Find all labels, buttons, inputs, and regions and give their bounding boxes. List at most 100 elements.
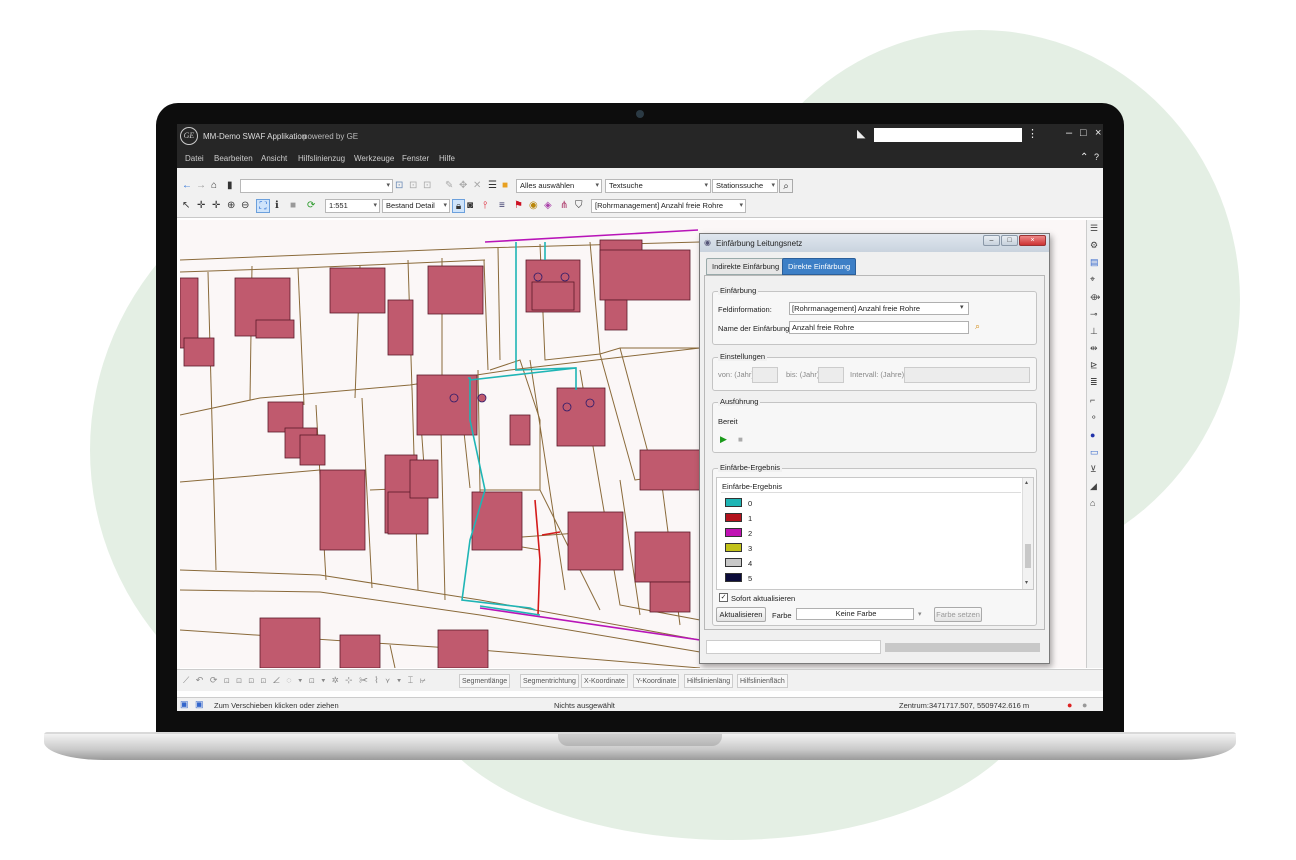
select-all-dropdown[interactable]: Alles auswählen xyxy=(516,179,602,193)
tool-icon-14[interactable]: ▭ xyxy=(1090,447,1099,458)
maximize-icon[interactable]: □ xyxy=(1080,127,1087,139)
move-disabled-icon[interactable]: ✥ xyxy=(459,179,467,193)
folder-icon[interactable]: ■ xyxy=(502,179,508,193)
zoom-out-icon[interactable]: ⊖ xyxy=(241,199,249,213)
pin-icon[interactable]: ⫯ xyxy=(483,199,487,213)
interval-input[interactable] xyxy=(904,367,1030,383)
collapse-ribbon-icon[interactable]: ⌃ xyxy=(1080,152,1088,163)
edit-disabled-icon[interactable]: ✎ xyxy=(445,179,453,193)
tool-icon-2[interactable]: ⚙ xyxy=(1090,240,1098,251)
camera-icon[interactable]: ◙ xyxy=(467,199,473,213)
bookmark-icon[interactable]: ▮ xyxy=(227,179,233,193)
coloring-layer-dropdown[interactable]: [Rohrmanagement] Anzahl freie Rohre xyxy=(591,199,746,213)
layers-icon[interactable]: ◈ xyxy=(544,199,552,213)
result-list[interactable]: Einfärbe-Ergebnis 0 1 2 3 4 5 ▴ ▾ xyxy=(716,477,1034,590)
scroll-thumb[interactable] xyxy=(1025,544,1031,568)
tool-icon-9[interactable]: ⊵ xyxy=(1090,360,1098,371)
pointer-icon[interactable]: ↖ xyxy=(182,199,190,213)
from-input[interactable] xyxy=(752,367,778,383)
location-dropdown[interactable] xyxy=(240,179,393,193)
tool-icon-8[interactable]: ⇹ xyxy=(1090,343,1098,354)
info-icon[interactable]: ℹ xyxy=(275,199,279,213)
tab-direct-coloring[interactable]: Direkte Einfärbung xyxy=(782,258,857,275)
auto-update-checkbox[interactable]: ✓ xyxy=(719,593,728,602)
stop-icon[interactable]: ■ xyxy=(290,199,296,213)
name-search-icon[interactable]: ⌕ xyxy=(975,321,980,332)
menu-fenster[interactable]: Fenster xyxy=(402,154,429,163)
layer-detail-dropdown[interactable]: Bestand Detail xyxy=(382,199,450,213)
home-icon[interactable]: ⌂ xyxy=(211,179,217,193)
flag-icon[interactable]: ⚑ xyxy=(514,199,523,213)
dialog-maximize-icon[interactable]: □ xyxy=(1001,235,1018,246)
tool-icon-16[interactable]: ◢ xyxy=(1090,481,1097,492)
color-value-field[interactable]: Keine Farbe xyxy=(796,608,914,620)
scroll-up-icon[interactable]: ▴ xyxy=(1025,479,1028,486)
tool-icon-6[interactable]: ⊸ xyxy=(1090,309,1098,320)
lock-icon[interactable]: 🔒︎ xyxy=(452,199,465,213)
filter-icon[interactable]: ⛉ xyxy=(575,199,583,213)
tool-icon-5[interactable]: ⟴ xyxy=(1090,292,1100,303)
menu-werkzeuge[interactable]: Werkzeuge xyxy=(354,154,394,163)
scroll-down-icon[interactable]: ▾ xyxy=(1025,579,1028,586)
station-search-dropdown[interactable]: Stationssuche xyxy=(712,179,778,193)
dialog-minimize-icon[interactable]: – xyxy=(983,235,1000,246)
name-input[interactable]: Anzahl freie Rohre xyxy=(789,321,969,334)
text-search-dropdown[interactable]: Textsuche xyxy=(605,179,711,193)
update-button[interactable]: Aktualisieren xyxy=(716,607,766,622)
back-arrow-icon[interactable]: ← xyxy=(182,179,192,193)
help-icon[interactable]: ? xyxy=(1094,152,1099,162)
dialog-close-icon[interactable]: × xyxy=(1019,235,1046,246)
title-search-input[interactable] xyxy=(874,128,1022,142)
zoom-layer-icon[interactable]: ⊡ xyxy=(409,179,417,193)
segment-length-button[interactable]: Segmentlänge xyxy=(459,674,511,688)
pan-select-icon[interactable]: ✛ xyxy=(212,199,220,213)
globe-icon[interactable]: ◉ xyxy=(529,199,538,213)
zoom-in-icon[interactable]: ⊕ xyxy=(227,199,235,213)
tool-icon-1[interactable]: ☰ xyxy=(1090,223,1098,234)
tool-icon-4[interactable]: ⌖ xyxy=(1090,274,1095,285)
close-icon[interactable]: × xyxy=(1095,127,1101,139)
draw-tools-icons[interactable]: ⟋ ↶ ⟳ ⊡ ⊡ ⊡ ⊡ ∠ ◌ ▾ ⊡ ▾ ✲ ⊹ ✂ ⌇ ⋎ ▾ ⌶ ⊬ xyxy=(183,675,428,686)
menu-ansicht[interactable]: Ansicht xyxy=(261,154,287,163)
forward-arrow-icon[interactable]: → xyxy=(196,179,206,193)
tool-icon-15[interactable]: ⊻ xyxy=(1090,464,1097,475)
tool-icon-10[interactable]: ≣ xyxy=(1090,377,1098,388)
list-icon[interactable]: ☰ xyxy=(488,179,497,193)
scale-dropdown[interactable]: 1:551 xyxy=(325,199,380,213)
x-coordinate-button[interactable]: X-Koordinate xyxy=(581,674,628,688)
menu-hilfslinienzug[interactable]: Hilfslinienzug xyxy=(298,154,345,163)
tool-icon-13[interactable]: ● xyxy=(1090,430,1095,440)
refresh-icon[interactable]: ⟳ xyxy=(307,199,315,213)
dialog-title-bar[interactable]: ◉ Einfärbung Leitungsnetz – □ × xyxy=(700,234,1049,252)
color-dropdown-icon[interactable]: ▾ xyxy=(918,610,922,618)
to-input[interactable] xyxy=(818,367,844,383)
tool-icon-11[interactable]: ⌐ xyxy=(1090,395,1095,405)
helpline-area-button[interactable]: Hilfslinienfläch xyxy=(737,674,788,688)
status-window-icon[interactable]: ▣ xyxy=(180,699,189,710)
play-icon[interactable]: ▶ xyxy=(720,434,727,445)
pan-icon[interactable]: ✛ xyxy=(197,199,205,213)
tool-icon-17[interactable]: ⌂ xyxy=(1090,498,1095,508)
zoom-extent-icon[interactable]: ⊡ xyxy=(395,179,403,193)
search-icon[interactable]: ⌕ xyxy=(779,179,793,193)
minimize-icon[interactable]: – xyxy=(1066,127,1072,139)
tool-icon-7[interactable]: ⊥ xyxy=(1090,326,1098,337)
tool-icon-12[interactable]: ⚬ xyxy=(1090,412,1098,423)
more-icon[interactable]: ⋮ xyxy=(1027,127,1038,140)
zoom-select-icon[interactable]: ⊡ xyxy=(423,179,431,193)
field-info-select[interactable]: [Rohrmanagement] Anzahl freie Rohre xyxy=(789,302,969,315)
segment-direction-button[interactable]: Segmentrichtung xyxy=(520,674,579,688)
stop-button-icon[interactable]: ■ xyxy=(738,435,743,444)
y-coordinate-button[interactable]: Y-Koordinate xyxy=(633,674,680,688)
result-scrollbar[interactable]: ▴ ▾ xyxy=(1022,478,1033,589)
menu-bearbeiten[interactable]: Bearbeiten xyxy=(214,154,253,163)
status-map-icon[interactable]: ▣ xyxy=(195,699,204,710)
tool-icon-3[interactable]: ▤ xyxy=(1090,257,1099,268)
set-color-button[interactable]: Farbe setzen xyxy=(934,607,982,622)
tab-indirect-coloring[interactable]: Indirekte Einfärbung xyxy=(706,258,786,275)
helpline-length-button[interactable]: Hilfslinienläng xyxy=(684,674,734,688)
lines-icon[interactable]: ≡ xyxy=(499,199,505,213)
zoom-window-icon[interactable]: ⛶ xyxy=(256,199,270,213)
delete-disabled-icon[interactable]: ✕ xyxy=(473,179,481,193)
menu-datei[interactable]: Datei xyxy=(185,154,204,163)
